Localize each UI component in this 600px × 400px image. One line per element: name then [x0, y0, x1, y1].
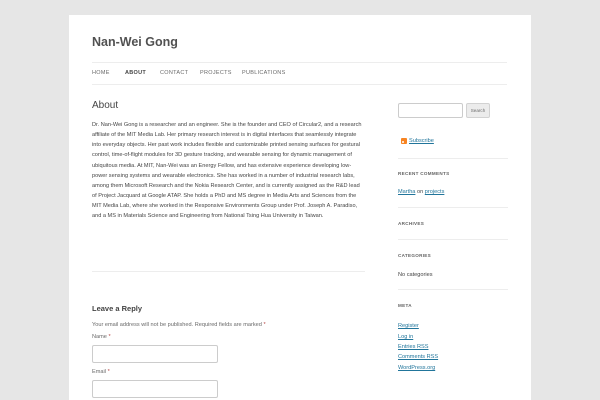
- email-required-marker: *: [107, 369, 110, 375]
- meta-link-register[interactable]: Register: [398, 323, 419, 329]
- nav-publications[interactable]: PUBLICATIONS: [242, 70, 286, 76]
- search-input[interactable]: [398, 103, 463, 118]
- nav-about[interactable]: ABOUT: [125, 70, 146, 76]
- meta-link-wordpress[interactable]: WordPress.org: [398, 365, 435, 371]
- nav-projects[interactable]: PROJECTS: [200, 70, 232, 76]
- email-label: Email *: [92, 369, 110, 375]
- meta-link-entries-rss[interactable]: Entries RSS: [398, 344, 428, 350]
- meta-link-comments-rss[interactable]: Comments RSS: [398, 354, 438, 360]
- categories-title: CATEGORIES: [398, 253, 432, 258]
- site-title[interactable]: Nan-Wei Gong: [92, 35, 178, 49]
- page-container: Nan-Wei Gong HOME ABOUT CONTACT PROJECTS…: [69, 15, 531, 400]
- subscribe-widget: Subscribe: [401, 138, 434, 144]
- widget-divider: [398, 289, 508, 290]
- comment-author-link[interactable]: Martha: [398, 189, 415, 195]
- nav-contact[interactable]: CONTACT: [160, 70, 188, 76]
- page-title: About: [92, 100, 119, 111]
- widget-divider: [398, 207, 508, 208]
- widget-divider: [398, 158, 508, 159]
- bio-paragraph: Dr. Nan-Wei Gong is a researcher and an …: [92, 122, 362, 220]
- reply-note: Your email address will not be published…: [92, 322, 266, 328]
- nav-home[interactable]: HOME: [92, 70, 110, 76]
- main-navigation: HOME ABOUT CONTACT PROJECTS PUBLICATIONS: [92, 62, 507, 85]
- rss-icon: [401, 138, 407, 144]
- content-divider: [92, 271, 365, 272]
- comment-post-link[interactable]: projects: [425, 189, 445, 195]
- recent-comment-item: Martha on projects: [398, 189, 444, 195]
- required-marker: *: [263, 322, 266, 328]
- meta-link-login[interactable]: Log in: [398, 334, 413, 340]
- reply-title: Leave a Reply: [92, 304, 143, 313]
- widget-divider: [398, 239, 508, 240]
- email-label-text: Email: [92, 369, 106, 375]
- meta-title: META: [398, 303, 412, 308]
- name-label: Name *: [92, 334, 111, 340]
- reply-note-text: Your email address will not be published…: [92, 322, 262, 328]
- categories-empty-text: No categories: [398, 272, 433, 278]
- comment-on-text: on: [416, 189, 424, 195]
- name-field[interactable]: [92, 345, 218, 363]
- subscribe-link[interactable]: Subscribe: [409, 138, 434, 144]
- recent-comments-title: RECENT COMMENTS: [398, 171, 450, 176]
- name-label-text: Name: [92, 334, 107, 340]
- archives-title: ARCHIVES: [398, 221, 425, 226]
- name-required-marker: *: [108, 334, 111, 340]
- search-button[interactable]: Search: [466, 103, 490, 118]
- main-content: About Dr. Nan-Wei Gong is a researcher a…: [92, 100, 365, 222]
- email-field[interactable]: [92, 380, 218, 398]
